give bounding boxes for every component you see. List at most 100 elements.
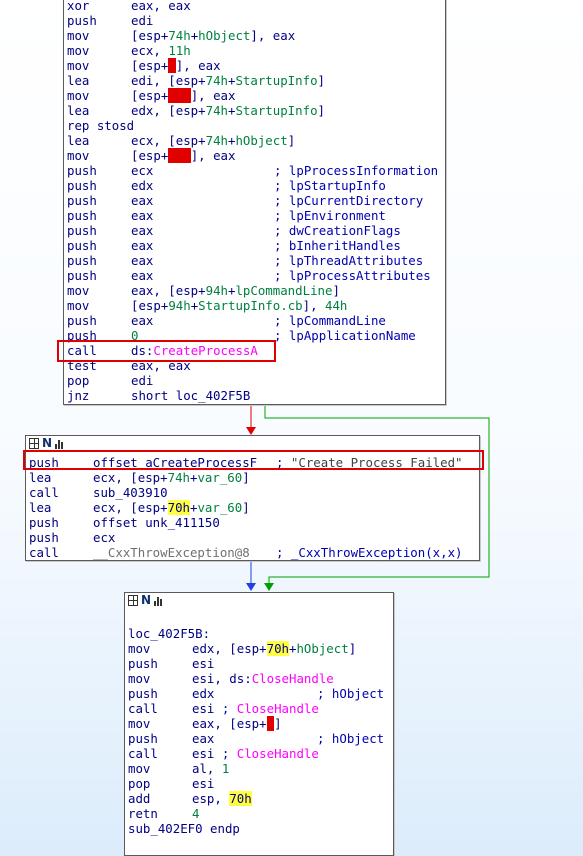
- operand-token: ]: [332, 283, 340, 298]
- graph-icon[interactable]: [29, 438, 39, 449]
- asm-line[interactable]: push 0 ; lpApplicationName: [64, 328, 445, 343]
- asm-line[interactable]: mov [esp+8], eax: [64, 58, 445, 73]
- asm-line[interactable]: push eax ; lpCurrentDirectory: [64, 193, 445, 208]
- asm-line[interactable]: mov al, 1: [125, 761, 393, 776]
- operands: edx, [esp+70h+hObject]: [192, 641, 356, 656]
- line-comment: ; hObject: [317, 731, 385, 746]
- asm-line[interactable]: mov [esp+10h], eax: [64, 148, 445, 163]
- asm-line[interactable]: push eax ; lpCommandLine: [64, 313, 445, 328]
- asm-line[interactable]: mov esi, ds:CloseHandle: [125, 671, 393, 686]
- n-icon[interactable]: N: [141, 594, 151, 606]
- asm-line[interactable]: push eax ; bInheritHandles: [64, 238, 445, 253]
- asm-line[interactable]: xor eax, eax: [64, 0, 445, 13]
- asm-line[interactable]: jnz short loc_402F5B: [64, 388, 445, 403]
- operand-token: sub_403910: [93, 485, 168, 500]
- operand-token: edi: [131, 13, 154, 28]
- asm-line[interactable]: push eax ; dwCreationFlags: [64, 223, 445, 238]
- asm-line[interactable]: push offset unk_411150: [26, 515, 479, 530]
- asm-line[interactable]: lea ecx, [esp+70h+var_60]: [26, 500, 479, 515]
- mnemonic: lea: [29, 500, 52, 515]
- asm-line[interactable]: mov eax, [esp+94h+lpCommandLine]: [64, 283, 445, 298]
- graph-icon[interactable]: [128, 595, 138, 606]
- operand-token: 94h: [205, 283, 228, 298]
- asm-line[interactable]: call __CxxThrowException@8 ; _CxxThrowExce…: [26, 545, 479, 560]
- mnemonic: test: [67, 358, 97, 373]
- operands: al, 1: [192, 761, 229, 776]
- asm-line[interactable]: mov [esp+94h+StartupInfo.cb], 44h: [64, 298, 445, 313]
- bars-icon[interactable]: [154, 595, 166, 606]
- asm-line[interactable]: lea ecx, [esp+74h+var_60]: [26, 470, 479, 485]
- operand-token: ]: [242, 500, 250, 515]
- asm-line[interactable]: push edx ; hObject: [125, 686, 393, 701]
- asm-line[interactable]: call sub_403910: [26, 485, 479, 500]
- asm-line[interactable]: call ds:CreateProcessA: [64, 343, 445, 358]
- asm-line[interactable]: lea edi, [esp+74h+StartupInfo]: [64, 73, 445, 88]
- asm-line[interactable]: push eax ; hObject: [125, 731, 393, 746]
- operand-token[interactable]: CreateProcessA: [153, 343, 257, 358]
- line-comment: ; lpStartupInfo: [274, 178, 386, 193]
- asm-line[interactable]: loc_402F5B:: [125, 626, 393, 641]
- line-comment: ; lpCommandLine: [274, 313, 386, 328]
- operands: ecx, [esp+74h+var_60]: [93, 470, 250, 485]
- asm-line[interactable]: lea edx, [esp+74h+StartupInfo]: [64, 103, 445, 118]
- asm-line[interactable]: push edi: [64, 13, 445, 28]
- code-block-2[interactable]: N push offset aCreateProcessF; "Create Pr…: [25, 435, 480, 561]
- asm-line[interactable]: push eax ; lpThreadAttributes: [64, 253, 445, 268]
- asm-line[interactable]: push eax ; lpEnvironment: [64, 208, 445, 223]
- asm-line[interactable]: test eax, eax: [64, 358, 445, 373]
- operand-token: ecx: [131, 163, 154, 178]
- operand-token: hObject: [296, 641, 349, 656]
- n-icon[interactable]: N: [42, 437, 52, 449]
- operand-token[interactable]: CloseHandle: [252, 671, 334, 686]
- asm-line[interactable]: sub_402EF0 endp: [125, 821, 393, 836]
- asm-line[interactable]: call esi ; CloseHandle: [125, 746, 393, 761]
- code-block-1[interactable]: xor eax, eax push edi mov [esp+74h+hObject], …: [63, 0, 446, 405]
- asm-line[interactable]: retn 4: [125, 806, 393, 821]
- block-titlebar: N: [125, 593, 393, 608]
- line-comment: ; dwCreationFlags: [274, 223, 401, 238]
- operands: __CxxThrowException@8: [93, 545, 250, 560]
- operand-token[interactable]: CloseHandle: [237, 746, 319, 761]
- asm-line[interactable]: rep stosd: [64, 118, 445, 133]
- asm-line[interactable]: call esi ; CloseHandle: [125, 701, 393, 716]
- asm-line[interactable]: mov ecx, 11h: [64, 43, 445, 58]
- asm-line[interactable]: push offset aCreateProcessF; "Create Proc…: [26, 455, 479, 470]
- asm-line[interactable]: mov edx, [esp+70h+hObject]: [125, 641, 393, 656]
- operands: eax, eax: [131, 358, 191, 373]
- mnemonic: mov: [67, 43, 90, 58]
- asm-line[interactable]: pop esi: [125, 776, 393, 791]
- line-comment: ; bInheritHandles: [274, 238, 401, 253]
- asm-line[interactable]: pop edi: [64, 373, 445, 388]
- bars-icon[interactable]: [55, 438, 67, 449]
- asm-line[interactable]: push ecx ; lpProcessInformation: [64, 163, 445, 178]
- operand-token: [esp+: [131, 28, 169, 43]
- mnemonic: retn: [128, 806, 158, 821]
- mnemonic: loc_402F5B:: [128, 626, 211, 641]
- operand-token: ecx, [esp+: [93, 500, 168, 515]
- operands: ecx, [esp+74h+hObject]: [131, 133, 295, 148]
- asm-line[interactable]: push eax ; lpProcessAttributes: [64, 268, 445, 283]
- operand-token: eax: [131, 193, 154, 208]
- asm-line[interactable]: add esp, 70h: [125, 791, 393, 806]
- asm-line[interactable]: push edx ; lpStartupInfo: [64, 178, 445, 193]
- operand-token: [esp+: [131, 148, 169, 163]
- operand-token: ]: [242, 470, 250, 485]
- operand-token: ;: [221, 746, 237, 761]
- mnemonic: mov: [67, 148, 90, 163]
- asm-line[interactable]: mov [esp+74h+hObject], eax: [64, 28, 445, 43]
- asm-line[interactable]: push esi: [125, 656, 393, 671]
- mnemonic: mov: [128, 716, 151, 731]
- asm-line[interactable]: [125, 611, 393, 626]
- code-block-3[interactable]: N loc_402F5B: mov edx, [esp+70h+hObject] pu…: [124, 592, 394, 856]
- operand-token: ds:: [131, 343, 154, 358]
- operand-token: ecx: [93, 530, 116, 545]
- operand-token: 0: [131, 328, 139, 343]
- line-comment: ; "Create Process Failed": [276, 455, 463, 470]
- operand-token: eax: [131, 238, 154, 253]
- asm-line[interactable]: lea ecx, [esp+74h+hObject]: [64, 133, 445, 148]
- asm-line[interactable]: mov eax, [esp+8]: [125, 716, 393, 731]
- asm-line[interactable]: mov [esp+0Ch], eax: [64, 88, 445, 103]
- operands: ecx: [131, 163, 153, 178]
- operand-token[interactable]: CloseHandle: [237, 701, 319, 716]
- asm-line[interactable]: push ecx: [26, 530, 479, 545]
